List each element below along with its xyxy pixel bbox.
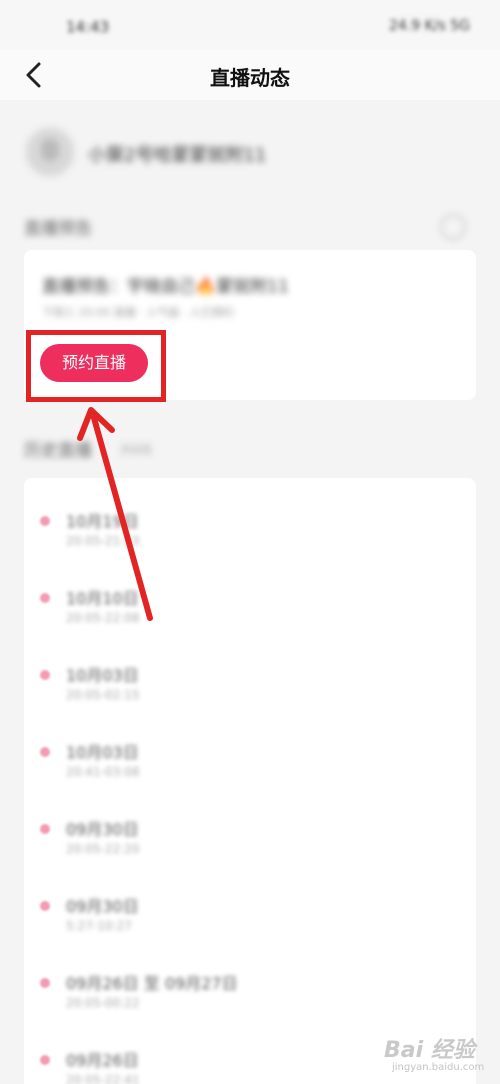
list-item[interactable]: 10月19日 20:05-21:43	[40, 508, 340, 558]
watermark-url: jingyan.baidu.com	[392, 1062, 485, 1073]
history-count: 共8场	[120, 443, 152, 457]
history-section-title: 历史直播	[24, 441, 92, 461]
history-time: 20:05-22:41	[66, 1073, 140, 1084]
history-date: 09月30日	[66, 820, 139, 839]
list-item[interactable]: 09月26日 20:05-22:41	[40, 1047, 340, 1084]
history-date: 09月26日	[66, 1051, 139, 1070]
history-date: 10月03日	[66, 743, 139, 762]
profile-name: 小葵2号哈蒙蒙就附11	[88, 145, 267, 166]
history-date: 10月03日	[66, 666, 139, 685]
list-item[interactable]: 10月03日 20:41-03:08	[40, 739, 340, 789]
preview-meta: 下周三 20:00 直播 · 人气值 · 人已预约	[42, 306, 234, 319]
history-time: 20:05-21:43	[66, 534, 140, 548]
watermark: Bai 经验 jingyan.baidu.com	[372, 1028, 494, 1080]
info-icon[interactable]	[440, 214, 466, 240]
history-card: 10月19日 20:05-21:43 10月10日 20:05-22:08 10…	[24, 478, 476, 1084]
timeline-dot	[40, 901, 50, 911]
history-time: 20:41-03:08	[66, 765, 140, 779]
preview-text: 直播预告：宇晓自己🔥蒙就附11	[42, 277, 289, 297]
timeline-dot	[40, 1055, 50, 1065]
avatar	[24, 126, 76, 178]
history-date: 09月26日 至 09月27日	[66, 974, 238, 993]
timeline-dot	[40, 978, 50, 988]
history-time: 5:27-10:27	[66, 919, 132, 933]
timeline-dot	[40, 516, 50, 526]
history-date: 10月10日	[66, 589, 139, 608]
timeline-dot	[40, 824, 50, 834]
list-item[interactable]: 09月30日 5:27-10:27	[40, 893, 340, 943]
list-item[interactable]: 10月10日 20:05-22:08	[40, 585, 340, 635]
history-time: 20:05-22:20	[66, 842, 140, 856]
page-title: 直播动态	[210, 66, 290, 90]
preview-section-title: 直播预告	[24, 219, 92, 239]
history-date: 09月30日	[66, 897, 139, 916]
profile-row[interactable]: 小葵2号哈蒙蒙就附11	[24, 126, 476, 182]
status-indicators: 24.9 K/s 5G	[388, 18, 470, 34]
list-item[interactable]: 10月03日 20:05-02:15	[40, 662, 340, 712]
nav-bar: 直播动态	[0, 50, 500, 100]
timeline-dot	[40, 670, 50, 680]
timeline-dot	[40, 593, 50, 603]
status-time: 14:43	[66, 18, 110, 36]
list-item[interactable]: 09月30日 20:05-22:20	[40, 816, 340, 866]
history-time: 20:05-00:22	[66, 996, 140, 1010]
highlight-box	[26, 330, 166, 402]
list-item[interactable]: 09月26日 至 09月27日 20:05-00:22	[40, 970, 340, 1020]
timeline-dot	[40, 747, 50, 757]
history-time: 20:05-02:15	[66, 688, 140, 702]
watermark-logo: Bai 经验	[384, 1038, 475, 1063]
history-time: 20:05-22:08	[66, 611, 140, 625]
history-date: 10月19日	[66, 512, 139, 531]
